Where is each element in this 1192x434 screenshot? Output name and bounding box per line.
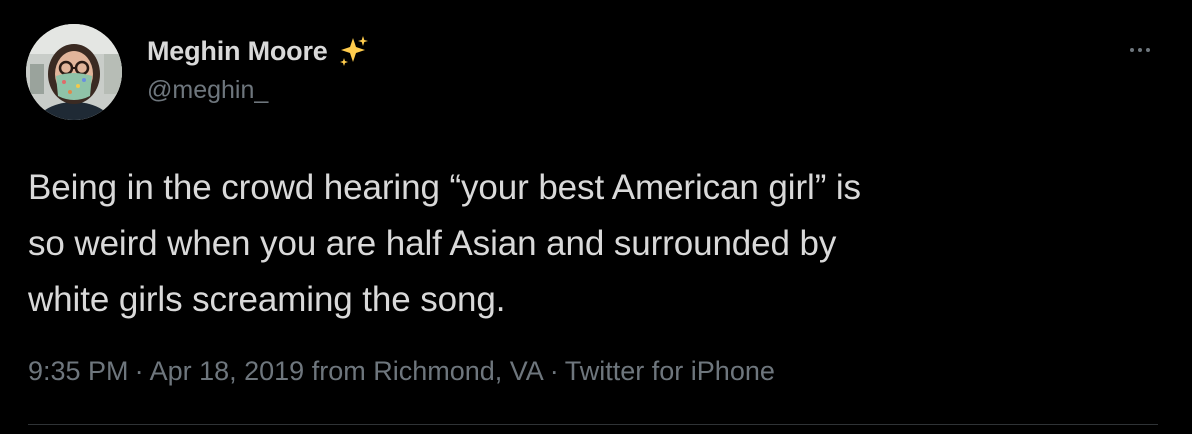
source-link[interactable]: Twitter for iPhone [565,356,775,386]
tweet-text-line: Being in the crowd hearing “your best Am… [28,168,861,207]
sparkles-icon [336,34,370,68]
tweet: Meghin Moore @meghin_ Being in the crowd… [0,0,1192,434]
tweet-text-line: white girls screaming the song. [28,280,506,319]
tweet-text: Being in the crowd hearing “your best Am… [28,160,1138,328]
author-block: Meghin Moore @meghin_ [147,34,370,105]
tweet-text-line: so weird when you are half Asian and sur… [28,224,837,263]
display-name[interactable]: Meghin Moore [147,36,328,67]
divider [28,424,1158,425]
avatar-image [26,24,122,120]
avatar[interactable] [26,24,122,120]
timestamp-link[interactable]: 9:35 PM [28,356,129,386]
meta-separator: · [134,356,144,386]
name-row: Meghin Moore [147,34,370,68]
ellipsis-icon[interactable] [1120,38,1160,62]
handle[interactable]: @meghin_ [147,76,370,105]
location-text[interactable]: from Richmond, VA [312,356,544,386]
date-link[interactable]: Apr 18, 2019 [150,356,305,386]
meta-separator: · [549,356,559,386]
tweet-meta: 9:35 PM · Apr 18, 2019 from Richmond, VA · T… [28,356,775,387]
